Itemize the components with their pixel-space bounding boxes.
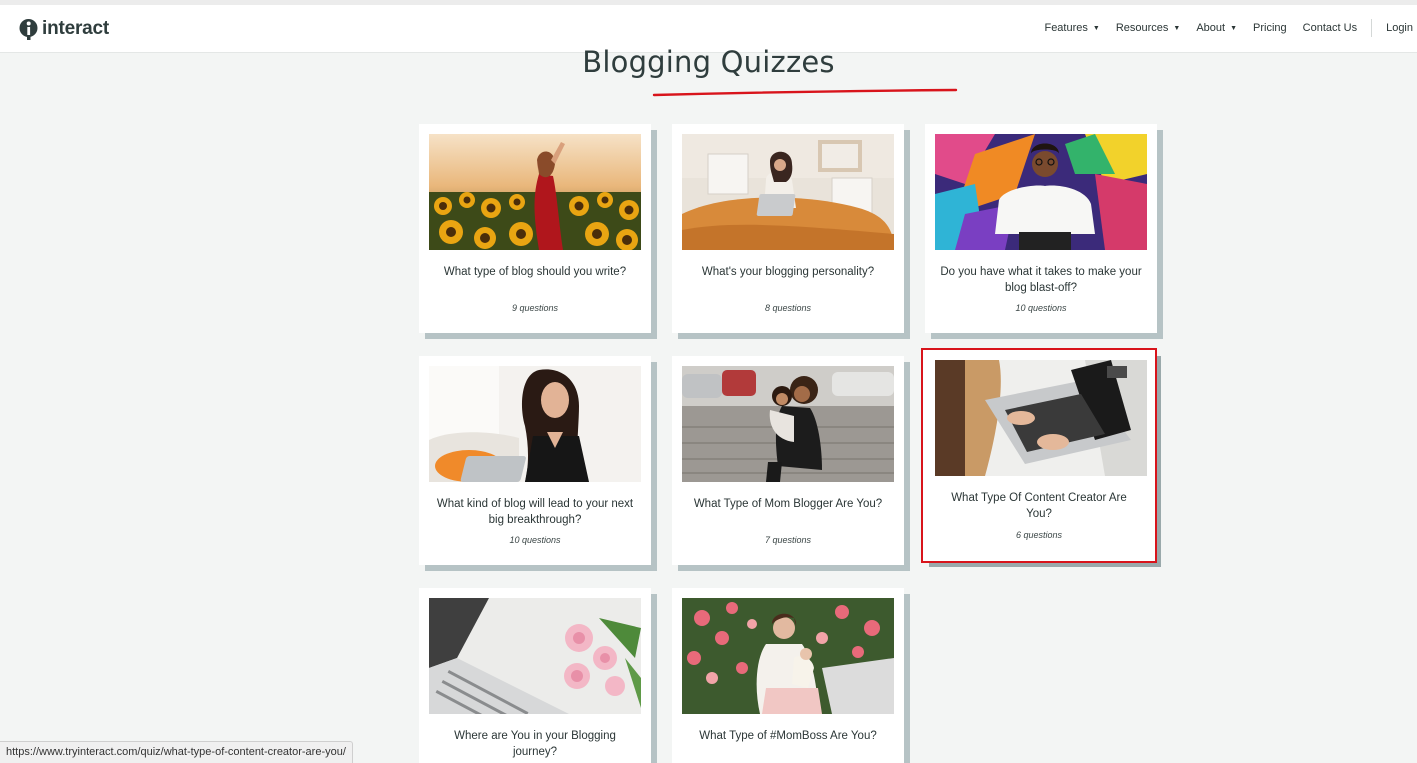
quiz-card[interactable]: Do you have what it takes to make your b… [925, 124, 1157, 333]
quiz-card-image [429, 366, 641, 482]
nav-resources[interactable]: Resources ▼ [1116, 22, 1181, 34]
quiz-card-image [682, 598, 894, 714]
quiz-card[interactable]: Where are You in your Blogging journey? [419, 588, 651, 763]
quiz-card-selected[interactable]: What Type Of Content Creator Are You? 6 … [921, 348, 1157, 563]
nav-contact-label: Contact Us [1302, 22, 1358, 34]
caret-down-icon: ▼ [1092, 24, 1100, 32]
quiz-card-question-count: 6 questions [1015, 530, 1063, 540]
quiz-card-title: What Type of #MomBoss Are You? [699, 730, 877, 742]
caret-down-icon: ▼ [1173, 24, 1181, 32]
quiz-card-image [682, 366, 894, 482]
quiz-card[interactable]: What type of blog should you write? 9 qu… [419, 124, 651, 333]
sunflower-woman-photo [429, 134, 641, 250]
quiz-card-title: What's your blogging personality? [701, 266, 875, 278]
nav-about-label: About [1196, 22, 1226, 34]
momboss-flowers-photo [682, 598, 894, 714]
quiz-card-title: What type of blog should you write? [443, 266, 627, 278]
quiz-card[interactable]: What Type of #MomBoss Are You? [672, 588, 904, 763]
title-underline [652, 88, 958, 97]
quiz-card[interactable]: What Type of Mom Blogger Are You? 7 ques… [672, 356, 904, 565]
nav-login[interactable]: Login [1386, 22, 1413, 34]
quiz-card-question-count: 8 questions [764, 303, 812, 313]
quiz-card-title: Where are You in your Blogging journey? [454, 730, 616, 758]
quiz-card-image [935, 134, 1147, 250]
quiz-card-image [682, 134, 894, 250]
quiz-card[interactable]: What's your blogging personality? 8 ques… [672, 124, 904, 333]
mom-and-child-street-photo [682, 366, 894, 482]
woman-laptop-bed-photo [682, 134, 894, 250]
laptop-and-roses-photo [429, 598, 641, 714]
logo-text: interact [42, 18, 110, 39]
logo-link[interactable]: interact [18, 18, 109, 40]
page-title: Blogging Quizzes [582, 45, 835, 79]
quiz-card-question-count: 9 questions [511, 303, 559, 313]
nav-pricing-label: Pricing [1253, 22, 1287, 34]
quiz-card-question-count: 10 questions [509, 535, 561, 545]
quiz-card-image [429, 598, 641, 714]
quiz-card-title: What Type of Mom Blogger Are You? [693, 498, 883, 510]
nav-resources-label: Resources [1115, 22, 1169, 34]
woman-graffiti-wall-photo [935, 134, 1147, 250]
quiz-card-image [429, 134, 641, 250]
quiz-card-title: Do you have what it takes to make your b… [940, 266, 1142, 294]
quiz-card-title: What Type Of Content Creator Are You? [951, 492, 1127, 520]
nav-pricing[interactable]: Pricing [1253, 22, 1287, 34]
nav-about[interactable]: About ▼ [1196, 22, 1237, 34]
nav-login-label: Login [1386, 22, 1413, 34]
quiz-card-title: What kind of blog will lead to your next… [436, 498, 634, 526]
quiz-card[interactable]: What kind of blog will lead to your next… [419, 356, 651, 565]
quiz-card-question-count: 10 questions [1015, 303, 1067, 313]
quiz-card-question-count: 7 questions [764, 535, 812, 545]
interact-logo-icon [19, 19, 38, 40]
caret-down-icon: ▼ [1230, 24, 1238, 32]
nav-features-label: Features [1044, 22, 1088, 34]
nav-features[interactable]: Features ▼ [1044, 22, 1099, 34]
hands-typing-laptop-photo [935, 360, 1147, 476]
main-nav: Features ▼ Resources ▼ About ▼ Pricing Cont… [1028, 19, 1417, 37]
nav-contact[interactable]: Contact Us [1303, 22, 1357, 34]
quiz-card-image [935, 360, 1147, 476]
nav-divider [1371, 19, 1373, 37]
smiling-woman-laptop-photo [429, 366, 641, 482]
browser-status-url: https://www.tryinteract.com/quiz/what-ty… [0, 741, 353, 763]
